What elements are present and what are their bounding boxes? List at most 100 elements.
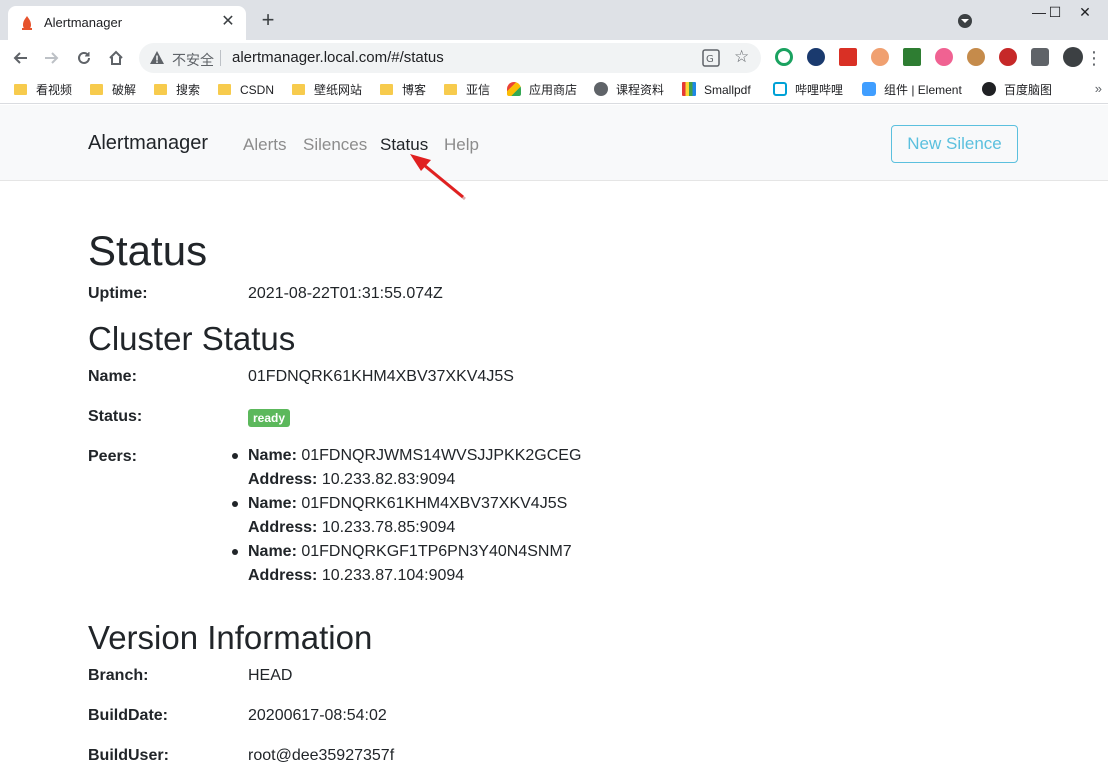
extension-tree-icon[interactable]	[871, 48, 889, 66]
tab-close-icon[interactable]: ✕	[218, 12, 238, 32]
nav-status[interactable]: Status	[380, 135, 428, 155]
peers-label: Peers:	[88, 448, 137, 465]
chrome-menu-icon[interactable]: ⋮	[1084, 44, 1104, 72]
cluster-name-label: Name:	[88, 368, 137, 385]
extension-cookie-icon[interactable]	[967, 48, 985, 66]
bookmark-item[interactable]: 应用商店	[507, 81, 577, 99]
security-label[interactable]: 不安全	[172, 50, 214, 70]
peer-address: 10.233.82.83:9094	[321, 471, 456, 488]
bookmarks-overflow-icon[interactable]: »	[1095, 81, 1102, 96]
peer-name: 01FDNQRKGF1TP6PN3Y40N4SNM7	[301, 543, 572, 560]
extension-green-icon[interactable]	[775, 48, 793, 66]
cluster-status-heading: Cluster Status	[88, 320, 296, 357]
peer-name: 01FDNQRJWMS14WVSJJPKK2GCEG	[301, 447, 582, 464]
nav-silences[interactable]: Silences	[303, 135, 367, 155]
extension-check-icon[interactable]	[807, 48, 825, 66]
folder-icon	[380, 84, 393, 95]
bookmark-label: 破解	[112, 83, 137, 97]
folder-icon	[14, 84, 27, 95]
bookmark-item[interactable]: 破解	[90, 81, 136, 99]
bookmark-label: Smallpdf	[704, 83, 751, 97]
bookmark-item[interactable]: 博客	[380, 81, 426, 99]
bookmark-star-icon[interactable]: ☆	[734, 47, 749, 67]
new-tab-button[interactable]: +	[256, 9, 280, 33]
extension-pink-icon[interactable]	[935, 48, 953, 66]
builduser-label: BuildUser:	[88, 747, 169, 764]
peer-address-row: Address: 10.233.87.104:9094	[248, 564, 581, 588]
extensions-puzzle-icon[interactable]	[1031, 48, 1049, 66]
folder-icon	[444, 84, 457, 95]
bookmark-item[interactable]: 组件 | Element	[862, 81, 962, 99]
builddate-label: BuildDate:	[88, 707, 168, 724]
cluster-status-label: Status:	[88, 408, 143, 425]
bookmark-item[interactable]: 搜索	[154, 81, 200, 99]
back-icon[interactable]	[6, 44, 34, 72]
peer-address-row: Address: 10.233.78.85:9094	[248, 516, 581, 540]
peer-address: 10.233.78.85:9094	[321, 519, 456, 536]
nav-alerts[interactable]: Alerts	[243, 135, 286, 155]
uptime-value: 2021-08-22T01:31:55.074Z	[248, 285, 443, 302]
bookmark-item[interactable]: 看视频	[14, 81, 72, 99]
bilibili-icon	[773, 82, 787, 96]
folder-icon	[292, 84, 305, 95]
forward-icon[interactable]	[38, 44, 66, 72]
bookmark-item[interactable]: CSDN	[218, 81, 274, 99]
peer-address-label: Address:	[248, 519, 318, 536]
bookmark-label: 百度脑图	[1004, 83, 1053, 97]
tab-title: Alertmanager	[44, 15, 123, 30]
browser-tab[interactable]: Alertmanager ✕	[8, 6, 246, 40]
peer-item: Name: 01FDNQRK61KHM4XBV37XKV4J5S	[231, 492, 581, 516]
home-icon[interactable]	[102, 44, 130, 72]
peer-item: Name: 01FDNQRKGF1TP6PN3Y40N4SNM7	[231, 540, 581, 564]
warning-icon[interactable]	[149, 50, 165, 66]
peer-name-label: Name:	[248, 447, 297, 464]
bookmark-label: 壁纸网站	[314, 83, 363, 97]
branch-value: HEAD	[248, 667, 293, 684]
extension-fe-icon[interactable]	[839, 48, 857, 66]
peer-name-label: Name:	[248, 543, 297, 560]
new-silence-button[interactable]: New Silence	[891, 125, 1018, 163]
folder-icon	[90, 84, 103, 95]
peer-address: 10.233.87.104:9094	[321, 567, 465, 584]
status-badge: ready	[248, 409, 291, 427]
bookmark-item[interactable]: 哔哩哔哩	[773, 81, 843, 99]
peer-address-row: Address: 10.233.82.83:9094	[248, 468, 581, 492]
brand-link[interactable]: Alertmanager	[88, 132, 208, 155]
bookmark-label: 博客	[402, 83, 427, 97]
bookmark-label: 应用商店	[529, 83, 578, 97]
alertmanager-favicon-icon	[22, 16, 32, 30]
extension-red-icon[interactable]	[999, 48, 1017, 66]
reload-icon[interactable]	[70, 44, 98, 72]
bookmark-label: 哔哩哔哩	[795, 83, 844, 97]
builduser-value: root@dee35927357f	[248, 747, 395, 764]
bookmark-item[interactable]: 亚信	[444, 81, 490, 99]
baidu-naotu-icon	[982, 82, 996, 96]
tab-search-icon[interactable]	[958, 14, 972, 28]
close-window-button[interactable]: ✕	[1062, 0, 1108, 30]
smallpdf-icon	[682, 82, 696, 96]
bookmark-label: 组件 | Element	[884, 83, 962, 97]
folder-icon	[154, 84, 167, 95]
peers-list: Name: 01FDNQRJWMS14WVSJJPKK2GCEG Address…	[231, 444, 582, 588]
version-info-heading: Version Information	[88, 619, 373, 656]
bookmark-label: 亚信	[466, 83, 491, 97]
bookmark-item[interactable]: Smallpdf	[682, 81, 751, 99]
page-title: Status	[88, 227, 208, 274]
bookmark-item[interactable]: 百度脑图	[982, 81, 1052, 99]
bookmark-item[interactable]: 课程资料	[594, 81, 664, 99]
profile-avatar[interactable]	[1063, 47, 1083, 67]
address-bar[interactable]: 不安全 alertmanager.local.com/#/status G ☆	[139, 43, 761, 73]
url-text[interactable]: alertmanager.local.com/#/status	[232, 49, 444, 66]
branch-label: Branch:	[88, 667, 149, 684]
nav-help[interactable]: Help	[444, 135, 479, 155]
globe-icon	[594, 82, 608, 96]
bookmark-item[interactable]: 壁纸网站	[292, 81, 362, 99]
svg-text:G: G	[706, 54, 714, 65]
cluster-name-value: 01FDNQRK61KHM4XBV37XKV4J5S	[248, 368, 514, 385]
browser-tabstrip: Alertmanager ✕ + — ☐ ✕	[0, 0, 1108, 40]
peer-item: Name: 01FDNQRJWMS14WVSJJPKK2GCEG	[231, 444, 582, 468]
translate-icon[interactable]: G	[702, 49, 720, 67]
builddate-value: 20200617-08:54:02	[248, 707, 387, 724]
extension-download-icon[interactable]	[903, 48, 921, 66]
app-navbar: Alertmanager Alerts Silences Status Help…	[0, 105, 1108, 181]
